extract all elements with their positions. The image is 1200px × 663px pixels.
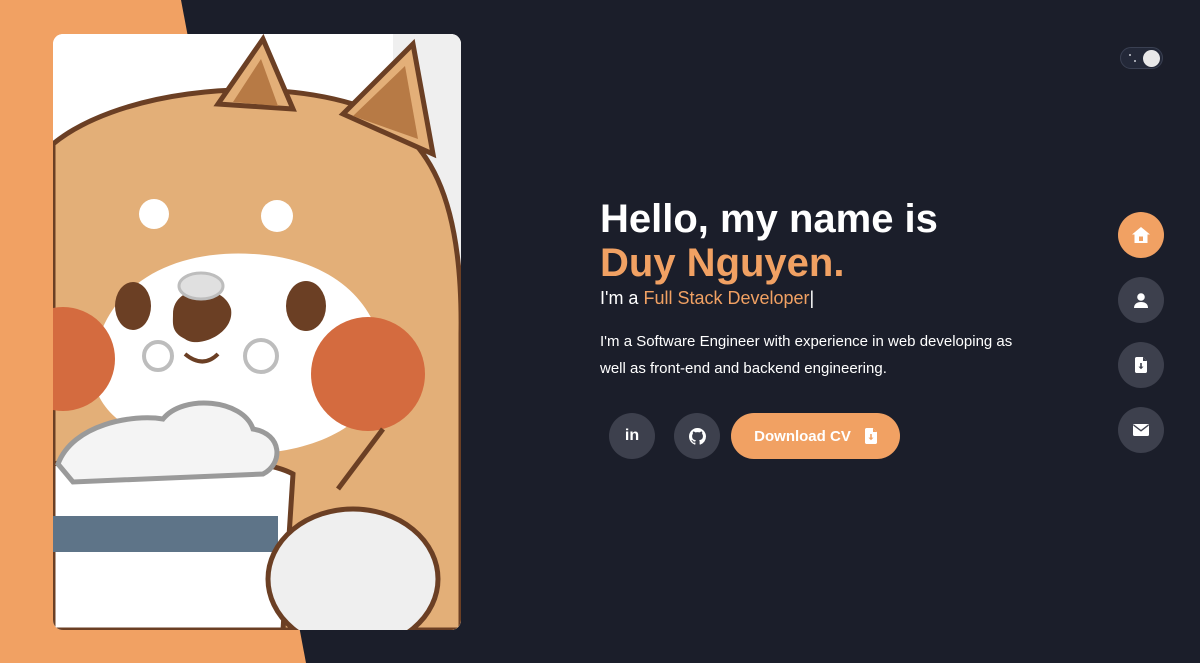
- profile-image: [53, 34, 461, 630]
- role-prefix: I'm a: [600, 288, 644, 308]
- hero-actions: in Download CV: [609, 413, 900, 459]
- side-navigation: [1118, 212, 1164, 472]
- intro-text: I'm a Software Engineer with experience …: [600, 333, 1013, 377]
- typed-role: Full Stack Developer: [643, 288, 810, 308]
- envelope-icon: [1133, 424, 1149, 436]
- role-line: I'm a Full Stack Developer|: [600, 286, 1040, 310]
- nav-resume-button[interactable]: [1118, 342, 1164, 388]
- greeting-heading: Hello, my name is: [600, 197, 938, 241]
- file-download-icon: [864, 428, 877, 444]
- github-button[interactable]: [674, 413, 720, 459]
- download-cv-button[interactable]: Download CV: [731, 413, 900, 459]
- nav-contact-button[interactable]: [1118, 407, 1164, 453]
- linkedin-button[interactable]: in: [609, 413, 655, 459]
- linkedin-icon: in: [624, 427, 640, 444]
- github-icon: [688, 427, 706, 445]
- user-icon: [1134, 292, 1148, 308]
- star-icon: [1129, 54, 1131, 56]
- home-icon: [1132, 227, 1150, 243]
- file-icon: [1135, 357, 1147, 373]
- typing-cursor: |: [809, 288, 815, 308]
- download-cv-label: Download CV: [754, 427, 851, 445]
- moon-icon: [1143, 50, 1160, 67]
- star-icon: [1134, 60, 1136, 62]
- hero-section: Hello, my name is Duy Nguyen. I'm a Full…: [600, 196, 1040, 382]
- nav-home-button[interactable]: [1118, 212, 1164, 258]
- nav-about-button[interactable]: [1118, 277, 1164, 323]
- theme-toggle[interactable]: [1120, 47, 1163, 69]
- name-heading: Duy Nguyen.: [600, 241, 845, 285]
